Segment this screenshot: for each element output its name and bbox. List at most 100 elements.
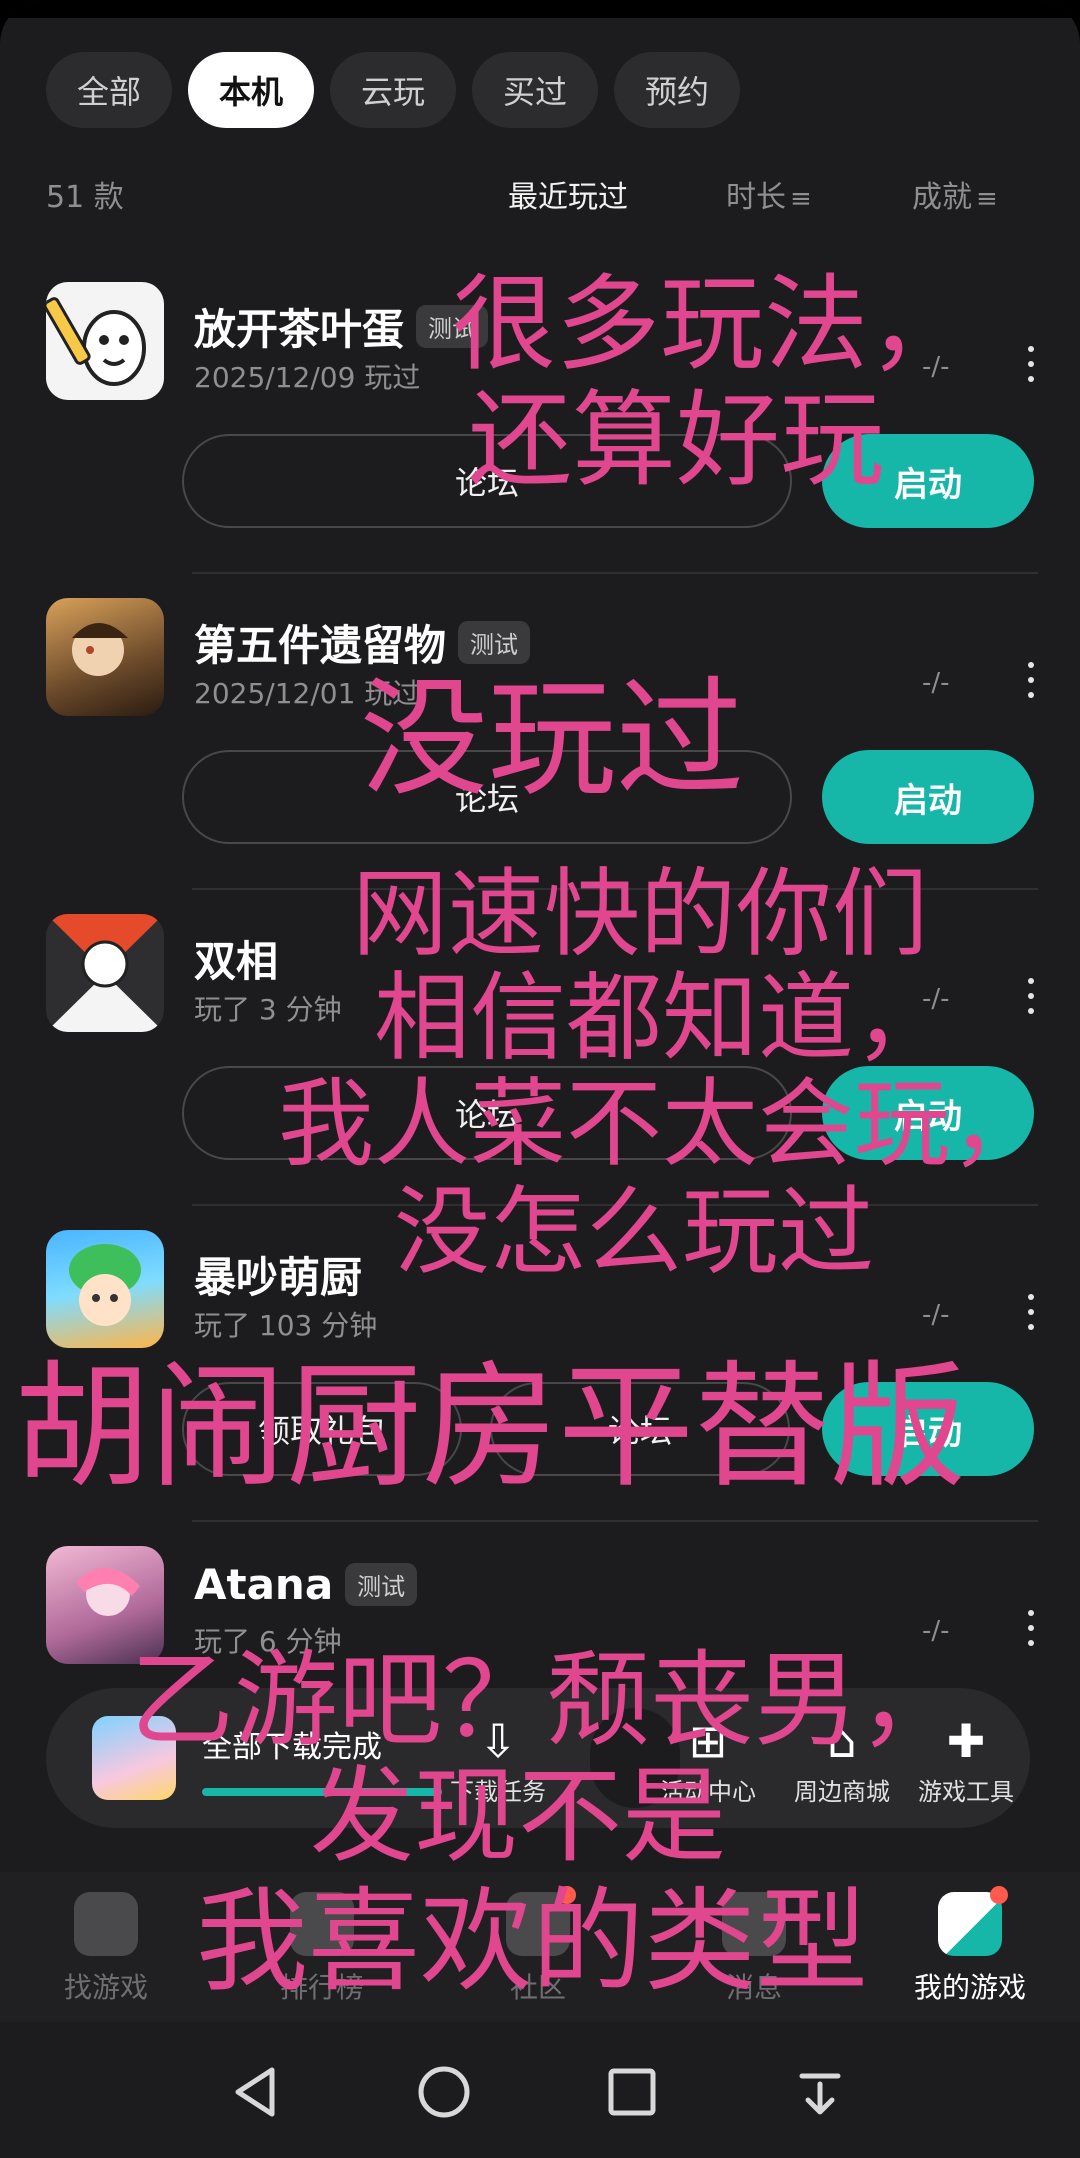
gift-button[interactable]: 领取礼包	[182, 1382, 462, 1476]
launch-button[interactable]: 启动	[822, 434, 1034, 528]
game-name: 双相	[194, 937, 279, 986]
game-title: 放开茶叶蛋 测试	[194, 296, 489, 357]
game-count: 51 款	[46, 180, 124, 215]
play-time: 玩了 103 分钟	[194, 1309, 378, 1342]
tab-all[interactable]: 全部	[46, 52, 172, 128]
game-title: 第五件遗留物 测试	[194, 612, 531, 673]
game-icon-egg	[46, 282, 164, 400]
sort-achievement-label: 成就	[912, 180, 972, 215]
test-badge: 测试	[458, 621, 531, 664]
sort-achievement[interactable]: 成就 ≡	[912, 172, 998, 216]
launch-button[interactable]: 启动	[822, 1382, 1034, 1476]
achievement-value: -/-	[922, 984, 950, 1014]
more-options-icon[interactable]	[1026, 1294, 1036, 1330]
merch-store-button[interactable]: ⌂ 周边商城	[772, 1710, 912, 1807]
tab-cloud[interactable]: 云玩	[330, 52, 456, 128]
game-icon-shuangxiang	[46, 914, 164, 1032]
last-played: 2025/12/01 玩过	[194, 677, 421, 710]
divider	[192, 572, 1038, 574]
messages-icon	[722, 1892, 786, 1956]
home-icon[interactable]	[404, 2052, 484, 2132]
tab-local[interactable]: 本机	[188, 52, 314, 128]
nav-label: 我的游戏	[913, 1971, 1026, 2004]
nav-community[interactable]: 社区	[438, 1886, 638, 2006]
launch-button[interactable]: 启动	[822, 750, 1034, 844]
download-tasks-label: 下载任务	[450, 1778, 546, 1806]
download-thumbnail	[92, 1716, 176, 1800]
overlay-caption: 相信都知道，	[374, 962, 950, 1074]
download-progress	[202, 1788, 442, 1796]
back-icon[interactable]	[216, 2052, 296, 2132]
find-games-icon	[74, 1892, 138, 1956]
game-icon-atana	[46, 1546, 164, 1664]
game-name: 暴吵萌厨	[194, 1253, 363, 1302]
forum-button[interactable]: 论坛	[182, 750, 792, 844]
overlay-caption: 网速快的你们	[352, 858, 928, 970]
bottom-nav: 找游戏 排行榜 社区 消息 我的游戏	[0, 1872, 1080, 2022]
achievement-value: -/-	[922, 1300, 950, 1330]
nav-rankings[interactable]: 排行榜	[222, 1892, 422, 2006]
test-badge: 测试	[416, 305, 489, 348]
tab-purchased[interactable]: 买过	[472, 52, 598, 128]
download-bar[interactable]: 全部下载完成 ⇩ 下载任务 ⊞ 活动中心 ⌂ 周边商城 ✚ 游戏工具	[46, 1688, 1030, 1828]
game-name: 第五件遗留物	[194, 621, 447, 670]
forum-button[interactable]: 论坛	[490, 1382, 790, 1476]
achievement-value: -/-	[922, 352, 950, 382]
community-icon	[506, 1886, 576, 1956]
recents-icon[interactable]	[592, 2052, 672, 2132]
game-tools-label: 游戏工具	[918, 1778, 1014, 1806]
nav-label: 排行榜	[279, 1971, 364, 2004]
nav-label: 消息	[725, 1971, 782, 2004]
status-bar	[0, 0, 1080, 18]
sort-duration-label: 时长	[726, 180, 786, 215]
gift-icon: ⊞	[688, 1714, 728, 1768]
play-time: 玩了 6 分钟	[194, 1625, 342, 1658]
nav-find-games[interactable]: 找游戏	[6, 1892, 206, 2006]
merch-store-label: 周边商城	[794, 1778, 890, 1806]
more-options-icon[interactable]	[1026, 346, 1036, 382]
game-tools-button[interactable]: ✚ 游戏工具	[896, 1710, 1036, 1807]
forum-button[interactable]: 论坛	[182, 434, 792, 528]
sort-recent[interactable]: 最近玩过	[508, 172, 628, 216]
more-options-icon[interactable]	[1026, 978, 1036, 1014]
gamepad-icon: ✚	[946, 1714, 986, 1768]
nav-label: 社区	[509, 1971, 566, 2004]
filter-tabs: 全部 本机 云玩 买过 预约	[46, 52, 740, 128]
sort-duration[interactable]: 时长 ≡	[726, 172, 812, 216]
forum-button[interactable]: 论坛	[182, 1066, 792, 1160]
divider	[192, 1204, 1038, 1206]
download-tasks-button[interactable]: ⇩ 下载任务	[428, 1710, 568, 1807]
game-icon-baochao-mengchu	[46, 1230, 164, 1348]
game-title: 暴吵萌厨	[194, 1244, 362, 1305]
overlay-caption: 没怎么玩过	[394, 1176, 874, 1288]
divider	[192, 888, 1038, 890]
tab-reserved[interactable]: 预约	[614, 52, 740, 128]
overlay-caption: 很多玩法，	[452, 263, 973, 385]
game-name: Atana	[194, 1560, 334, 1609]
achievement-value: -/-	[922, 1616, 950, 1646]
sort-icon: ≡	[790, 184, 812, 214]
my-games-icon	[938, 1886, 1008, 1956]
download-status: 全部下载完成	[202, 1730, 382, 1765]
launch-button[interactable]: 启动	[822, 1066, 1034, 1160]
nav-messages[interactable]: 消息	[654, 1892, 854, 2006]
system-nav-bar	[0, 2022, 1080, 2158]
achievement-value: -/-	[922, 668, 950, 698]
test-badge: 测试	[345, 1563, 418, 1606]
app-screen: 全部 本机 云玩 买过 预约 51 款 最近玩过 时长 ≡ 成就 ≡ 放开茶叶蛋 测试…	[0, 0, 1080, 2158]
event-center-label: 活动中心	[660, 1778, 756, 1806]
more-options-icon[interactable]	[1026, 1610, 1036, 1646]
shop-icon: ⌂	[827, 1714, 857, 1768]
sort-row: 51 款 最近玩过 时长 ≡ 成就 ≡	[46, 168, 1036, 218]
game-name: 放开茶叶蛋	[194, 305, 405, 354]
notification-dot	[990, 1886, 1008, 1904]
event-center-button[interactable]: ⊞ 活动中心	[638, 1710, 778, 1807]
download-icon: ⇩	[478, 1714, 518, 1768]
game-icon-fifth-relic	[46, 598, 164, 716]
more-options-icon[interactable]	[1026, 662, 1036, 698]
nav-my-games[interactable]: 我的游戏	[870, 1886, 1070, 2006]
notification-shade-icon[interactable]	[780, 2052, 860, 2132]
divider	[192, 1520, 1038, 1522]
game-title: 双相	[194, 928, 278, 989]
last-played: 2025/12/09 玩过	[194, 361, 421, 394]
